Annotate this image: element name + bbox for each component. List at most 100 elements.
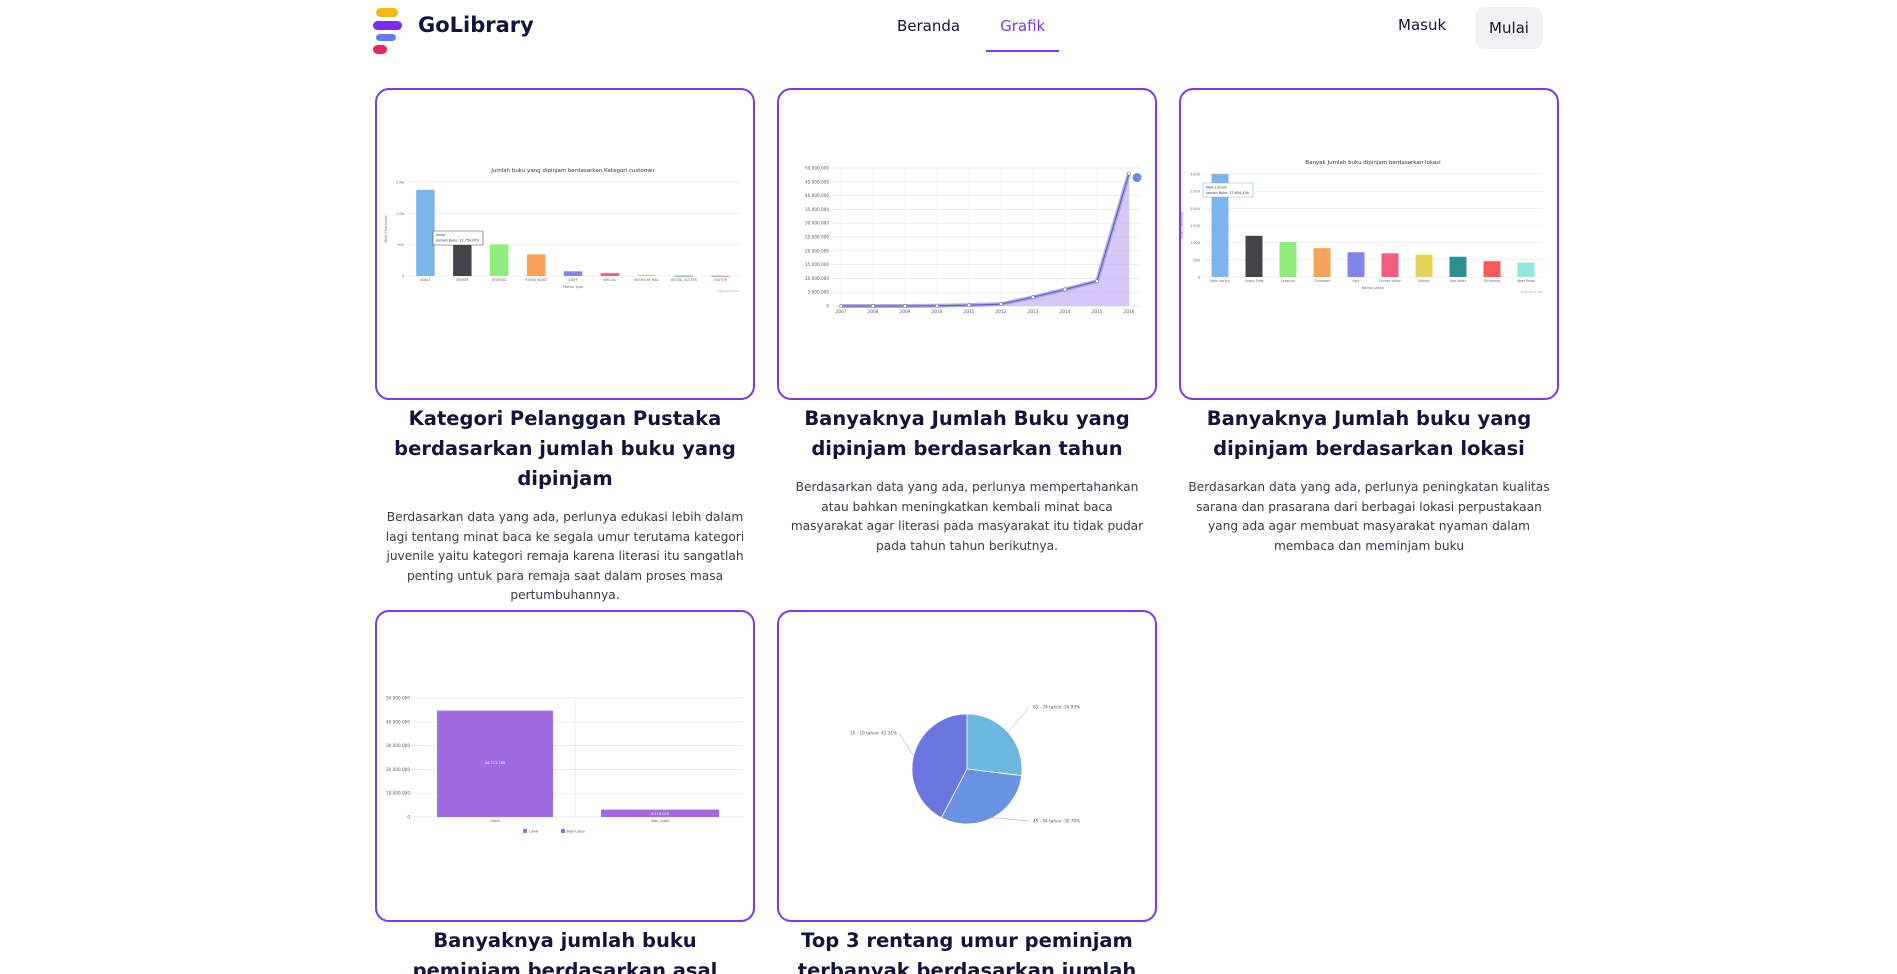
- y-tick-label: 50.000.000: [386, 696, 410, 701]
- x-tick-label: West Portal: [1517, 279, 1535, 283]
- data-point: [1127, 171, 1131, 176]
- brand-logo[interactable]: GoLibrary: [373, 7, 534, 54]
- start-button[interactable]: Mulai: [1475, 7, 1543, 49]
- x-tick-label: BOOKS BY MAIL: [634, 278, 659, 282]
- bar: [1279, 241, 1297, 277]
- bar: [526, 254, 546, 276]
- chart-title: Jumlah buku yang dipinjam berdasarkan Ka…: [490, 168, 655, 174]
- bar: [600, 273, 620, 276]
- x-tick-label: Park: [1353, 279, 1360, 283]
- x-tick-label: SENIOR: [456, 278, 469, 282]
- chart-card-yearly: 50.000.000 45.000.000 40.000.000 35.000.000…: [777, 88, 1157, 556]
- y-tick-label: 500: [397, 243, 404, 247]
- bar: [490, 244, 509, 276]
- navbar: GoLibrary Beranda Grafik Masuk Mulai: [0, 0, 1897, 60]
- legend-label: Non Lokal: [567, 830, 585, 834]
- x-tick-label: 2008: [868, 309, 879, 314]
- x-tick-label: 2016: [1124, 309, 1135, 314]
- x-tick-label: YOUNG ADULT: [525, 278, 548, 282]
- card-title: Top 3 rentang umur peminjam terbanyak be…: [797, 929, 1137, 974]
- y-tick-label: 2.500: [1190, 190, 1200, 194]
- x-tick-label: 2013: [1028, 309, 1039, 314]
- x-tick-label: Noe Valley: [1450, 279, 1467, 283]
- card-description: Berdasarkan data yang ada, perlunya peni…: [1188, 480, 1550, 553]
- y-tick-label: 20.000.000: [386, 767, 410, 772]
- y-tick-label: 1.000: [1190, 241, 1200, 245]
- bar: [563, 271, 583, 276]
- y-tick-label: 1.500: [1190, 224, 1200, 228]
- y-tick-label: 45.000.000: [805, 179, 829, 184]
- legend-swatch: [523, 829, 527, 833]
- x-tick-label: Mission: [1418, 279, 1430, 283]
- y-tick-label: 30.000.000: [386, 743, 410, 748]
- data-label: 44.711.788: [485, 761, 506, 765]
- tooltip: Junior Jumlah Buku: 12.754.679: [432, 230, 484, 246]
- chart-frame: 50.000.000 40.000.000 30.000.000 20.000.000…: [375, 610, 755, 922]
- y-tick-label: 1 Rb: [396, 212, 405, 216]
- x-tick-label: 2015: [1092, 309, 1103, 314]
- x-tick-label: Excelsior: [1281, 279, 1296, 283]
- chart-frame: 50.000.000 45.000.000 40.000.000 35.000.000…: [777, 88, 1157, 400]
- tooltip-label: Main Library: [1206, 186, 1227, 190]
- x-tick-label: DIGITAL ACCESS: [671, 278, 697, 282]
- card-title: Banyaknya Jumlah buku yang dipinjam berd…: [1206, 407, 1532, 460]
- legend-label: Lokal: [529, 830, 538, 834]
- nav-links: Beranda Grafik: [885, 0, 1060, 52]
- y-tick-label: 30.000.000: [805, 221, 829, 226]
- card-title: Kategori Pelanggan Pustaka berdasarkan j…: [394, 407, 736, 490]
- pie-label: 65 - 74 tahun: 26.93%: [1033, 705, 1080, 710]
- pie-label: 45 - 54 tahun: 30.79%: [1033, 819, 1080, 824]
- y-axis-label: Total Checkouts: [1181, 212, 1184, 241]
- chart-card-age: 65 - 74 tahun: 26.93% 45 - 54 tahun: 30.7…: [777, 610, 1157, 974]
- chart-card-origin: 50.000.000 40.000.000 30.000.000 20.000.000…: [375, 610, 755, 974]
- chart-credits: Highcharts.com: [717, 289, 739, 293]
- bar: [711, 275, 730, 277]
- x-tick-label: Main Library: [1210, 279, 1230, 283]
- y-tick-label: 20.000.000: [805, 248, 829, 253]
- chart-age-pie: 65 - 74 tahun: 26.93% 45 - 54 tahun: 30.7…: [850, 705, 1080, 825]
- chart-frame: Banyak Jumlah buku dipinjam berdasarkan …: [1179, 88, 1559, 400]
- logo-icon: [373, 7, 405, 54]
- data-point: [839, 304, 843, 308]
- y-tick-label: 15.000.000: [805, 262, 829, 267]
- x-tick-label: Ocean View: [1245, 279, 1264, 283]
- x-tick-label: Lokal: [490, 819, 499, 823]
- x-tick-label: 2007: [836, 309, 847, 314]
- pie-connector: [898, 732, 914, 756]
- x-tick-label: 2011: [964, 309, 975, 314]
- x-tick-label: JUVENILE: [491, 278, 507, 282]
- card-description: Berdasarkan data yang ada, perlunya eduk…: [385, 510, 745, 602]
- y-tick-label: 2 Rb: [396, 181, 405, 185]
- x-tick-label: Non Lokal: [651, 819, 669, 823]
- y-tick-label: 0: [407, 815, 410, 820]
- bar: [416, 189, 435, 276]
- pie-label: 10 - 19 tahun: 42.31%: [850, 731, 897, 736]
- nav-link-grafik[interactable]: Grafik: [986, 0, 1060, 52]
- chart-title: Banyak Jumlah buku dipinjam berdasarkan …: [1305, 160, 1441, 166]
- x-tick-label: 2014: [1060, 309, 1071, 314]
- y-tick-label: 500: [1193, 258, 1200, 262]
- y-tick-label: 40.000.000: [386, 719, 410, 724]
- y-axis-label: Total Checkouts: [384, 215, 388, 244]
- x-tick-label: STAFF: [568, 278, 578, 282]
- y-tick-label: 10.000.000: [386, 791, 410, 796]
- x-axis-label: Patron Type: [563, 285, 583, 289]
- tooltip-value: Jumlah Buku: 17.654.456: [1205, 191, 1249, 195]
- y-tick-label: 10.000.000: [805, 276, 829, 281]
- chart-credits: Highcharts.com: [1521, 290, 1543, 294]
- bar: [1245, 235, 1263, 277]
- pie-connector: [992, 817, 1030, 822]
- pie-slice: [966, 713, 1023, 777]
- y-tick-label: 0: [402, 275, 404, 279]
- login-link[interactable]: Masuk: [1398, 16, 1446, 34]
- nav-link-beranda[interactable]: Beranda: [885, 0, 972, 52]
- tooltip-value: Jumlah Buku: 12.754.679: [435, 239, 479, 243]
- y-tick-label: 50.000.000: [805, 166, 829, 171]
- brand-name: GoLibrary: [418, 13, 534, 37]
- chart-card-patron-category: Jumlah buku yang dipinjam berdasarkan Ka…: [375, 88, 755, 606]
- bar: [1347, 252, 1365, 277]
- x-tick-label: SPECIAL: [603, 278, 616, 282]
- bar: [1313, 248, 1331, 277]
- data-point: [999, 302, 1003, 306]
- data-point: [1095, 279, 1099, 284]
